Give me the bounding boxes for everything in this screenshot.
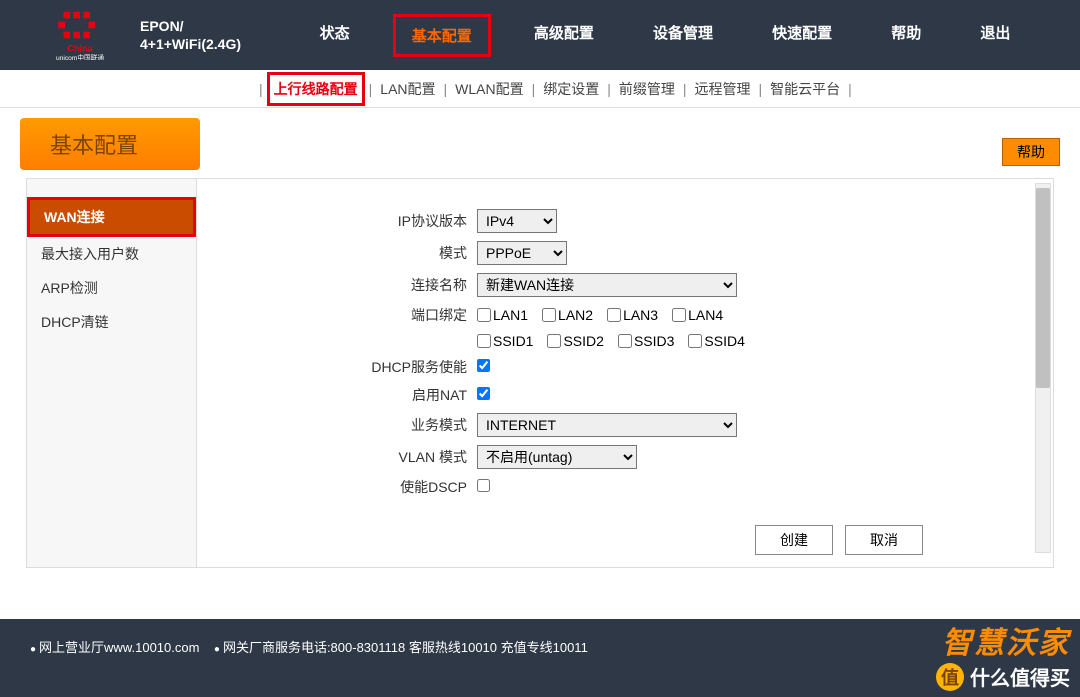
config-panel: WAN连接 最大接入用户数 ARP检测 DHCP清链 IP协议版本 IPv4 模… — [26, 178, 1054, 568]
checkbox-lan3[interactable] — [607, 308, 621, 322]
side-nav: WAN连接 最大接入用户数 ARP检测 DHCP清链 — [27, 179, 197, 567]
nav-status[interactable]: 状态 — [304, 14, 366, 57]
checkbox-lan4[interactable] — [672, 308, 686, 322]
subnav-uplink[interactable]: 上行线路配置 — [267, 72, 365, 106]
checkbox-dhcp-enable[interactable] — [477, 359, 490, 372]
nav-device-mgmt[interactable]: 设备管理 — [637, 14, 729, 57]
watermark-top: 智慧沃家 — [936, 618, 1070, 662]
top-nav: 状态 基本配置 高级配置 设备管理 快速配置 帮助 退出 — [290, 14, 1080, 57]
form-area: IP协议版本 IPv4 模式 PPPoE 连接名称 新建WAN连接 端口绑定 L… — [197, 179, 1053, 567]
footer-service-phone: 网关厂商服务电话:800-8301118 客服热线10010 充值专线10011 — [214, 640, 588, 655]
content-area: 基本配置 帮助 WAN连接 最大接入用户数 ARP检测 DHCP清链 IP协议版… — [0, 108, 1080, 568]
checkbox-lan2[interactable] — [542, 308, 556, 322]
checkbox-ssid2[interactable] — [547, 334, 561, 348]
label-service-mode: 业务模式 — [217, 415, 477, 435]
label-vlan-mode: VLAN 模式 — [217, 447, 477, 467]
help-button[interactable]: 帮助 — [1002, 138, 1060, 166]
checkbox-ssid1[interactable] — [477, 334, 491, 348]
lan-checkbox-group: LAN1 LAN2 LAN3 LAN4 — [477, 307, 723, 323]
nav-quick-config[interactable]: 快速配置 — [756, 14, 848, 57]
logo-area: China unicom中国联通 EPON/ 4+1+WiFi(2.4G) — [0, 10, 290, 60]
svg-text:China: China — [67, 44, 93, 54]
subnav-prefix[interactable]: 前缀管理 — [615, 75, 679, 103]
page-title: 基本配置 — [20, 118, 200, 170]
label-mode: 模式 — [217, 243, 477, 263]
select-mode[interactable]: PPPoE — [477, 241, 567, 265]
subnav-cloud[interactable]: 智能云平台 — [766, 75, 844, 103]
svg-text:unicom中国联通: unicom中国联通 — [56, 53, 104, 60]
side-dhcp-clear[interactable]: DHCP清链 — [27, 305, 196, 339]
select-conn-name[interactable]: 新建WAN连接 — [477, 273, 737, 297]
label-conn-name: 连接名称 — [217, 275, 477, 295]
select-service-mode[interactable]: INTERNET — [477, 413, 737, 437]
label-dscp-enable: 使能DSCP — [217, 477, 477, 497]
ssid-checkbox-group: SSID1 SSID2 SSID3 SSID4 — [477, 333, 745, 349]
create-button[interactable]: 创建 — [755, 525, 833, 555]
side-max-users[interactable]: 最大接入用户数 — [27, 237, 196, 271]
cancel-button[interactable]: 取消 — [845, 525, 923, 555]
subnav-remote[interactable]: 远程管理 — [691, 75, 755, 103]
subnav-lan[interactable]: LAN配置 — [376, 75, 439, 103]
select-ip-version[interactable]: IPv4 — [477, 209, 557, 233]
checkbox-dscp-enable[interactable] — [477, 479, 490, 492]
top-bar: China unicom中国联通 EPON/ 4+1+WiFi(2.4G) 状态… — [0, 0, 1080, 70]
side-wan[interactable]: WAN连接 — [27, 197, 196, 237]
footer: 网上营业厅www.10010.com 网关厂商服务电话:800-8301118 … — [0, 619, 1080, 697]
footer-link-portal[interactable]: 网上营业厅www.10010.com — [30, 640, 199, 655]
checkbox-lan1[interactable] — [477, 308, 491, 322]
nav-logout[interactable]: 退出 — [964, 14, 1026, 57]
watermark: 智慧沃家 值 什么值得买 — [936, 618, 1070, 691]
checkbox-ssid3[interactable] — [618, 334, 632, 348]
scroll-thumb[interactable] — [1036, 188, 1050, 388]
checkbox-ssid4[interactable] — [688, 334, 702, 348]
label-dhcp-enable: DHCP服务使能 — [217, 357, 477, 377]
watermark-bottom: 什么值得买 — [970, 662, 1070, 691]
nav-advanced-config[interactable]: 高级配置 — [518, 14, 610, 57]
checkbox-nat-enable[interactable] — [477, 387, 490, 400]
side-arp[interactable]: ARP检测 — [27, 271, 196, 305]
label-ip-version: IP协议版本 — [217, 211, 477, 231]
label-nat-enable: 启用NAT — [217, 385, 477, 405]
device-info: EPON/ 4+1+WiFi(2.4G) — [140, 17, 241, 53]
subnav-binding[interactable]: 绑定设置 — [539, 75, 603, 103]
select-vlan-mode[interactable]: 不启用(untag) — [477, 445, 637, 469]
nav-basic-config[interactable]: 基本配置 — [393, 14, 491, 57]
watermark-badge-icon: 值 — [936, 663, 964, 691]
unicom-logo-icon: China unicom中国联通 — [30, 10, 130, 60]
scrollbar[interactable] — [1035, 183, 1051, 553]
subnav-wlan[interactable]: WLAN配置 — [451, 75, 527, 103]
sub-nav: | 上行线路配置 | LAN配置 | WLAN配置 | 绑定设置 | 前缀管理 … — [0, 70, 1080, 108]
label-port-binding: 端口绑定 — [217, 305, 477, 325]
nav-help[interactable]: 帮助 — [875, 14, 937, 57]
